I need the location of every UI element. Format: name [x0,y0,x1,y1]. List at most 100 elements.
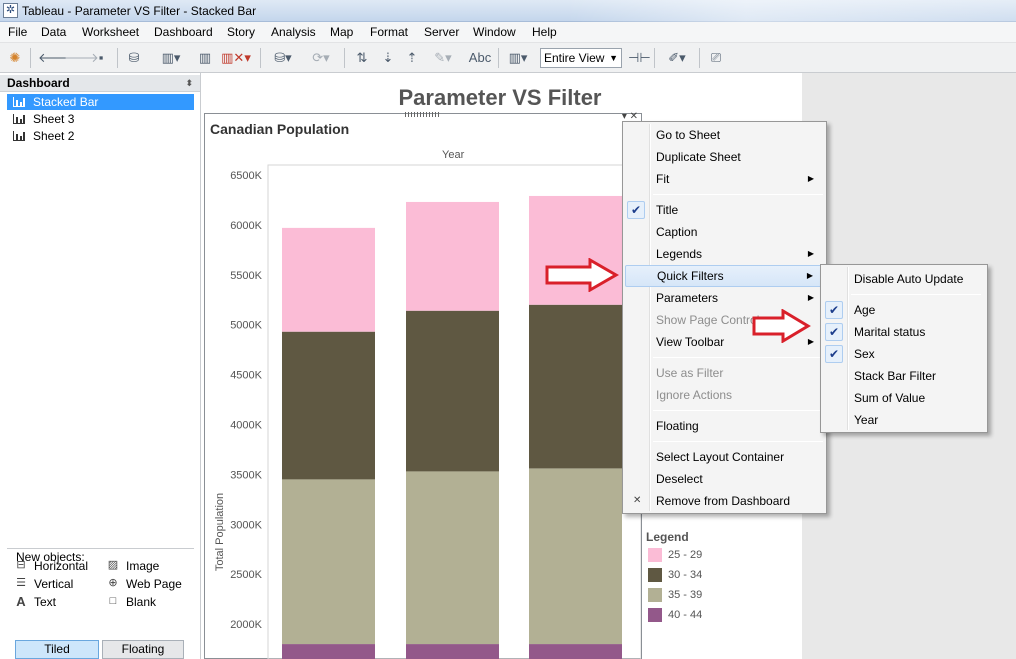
menu-item-floating[interactable]: Floating [625,415,824,437]
menu-item-deselect[interactable]: Deselect [625,468,824,490]
bar-segment[interactable] [529,468,622,645]
y-tick-label: 4500K [230,370,262,382]
menu-item-disable-auto-update[interactable]: Disable Auto Update [823,268,985,290]
redo-icon[interactable]: 🡒 [64,49,99,67]
y-tick-label: 2000K [230,619,262,631]
show-mark-labels-button[interactable]: Abc [466,49,494,67]
menu-item-select-layout-container[interactable]: Select Layout Container [625,446,824,468]
menu-item-fit[interactable]: Fit ▶ [625,168,824,190]
menu-item-remove-from-dashboard[interactable]: ✕ Remove from Dashboard [625,490,824,512]
bar-segment[interactable] [406,644,499,659]
legend-swatch [648,588,662,602]
menu-item-caption[interactable]: Caption [625,221,824,243]
fit-select-value: Entire View [544,51,605,65]
menu-dashboard[interactable]: Dashboard [154,25,213,39]
drag-handle[interactable] [405,112,439,117]
bar-segment[interactable] [282,331,375,480]
highlight-icon[interactable]: ✎▾ [428,49,458,67]
sort-icon[interactable]: ⬍ [185,75,193,92]
floating-button[interactable]: Floating [102,640,184,659]
sheet-item-label: Sheet 2 [33,129,75,143]
stacked-bar-chart: 6500K 6000K 5500K 5000K 4500K 4000K 3500K 3000K… [214,164,641,659]
bar-segment[interactable] [282,479,375,645]
sheet-item-sheet-3[interactable]: Sheet 3 [7,111,194,127]
chart-title: Canadian Population [210,121,350,137]
undo-icon[interactable]: 🡐 [38,49,73,67]
toolbar: ✺ 🡐 🡒 ▪ ⛁ ▥▾ ▥ ▥✕▾ ⛁▾ ⟳▾ ⇅ ⇣ ⇡ ✎▾ Abc ▥▾… [0,43,1016,73]
dashboard-title: Parameter VS Filter [398,85,602,110]
menu-worksheet[interactable]: Worksheet [82,25,139,39]
refresh-icon[interactable]: ⟳▾ [306,49,336,67]
menu-item-title[interactable]: ✔ Title [625,199,824,221]
fix-axes-icon[interactable]: ⊣⊢ [628,49,651,67]
bar-segment[interactable] [529,304,622,469]
legend-swatch [648,568,662,582]
submenu-arrow-icon: ▶ [807,174,814,183]
bar-segment[interactable] [406,310,499,472]
object-web-page[interactable]: ⊕ Web Page [107,577,181,591]
menu-window[interactable]: Window [473,25,516,39]
sort-descending-icon[interactable]: ⇡ [402,49,422,67]
menu-data[interactable]: Data [41,25,66,39]
presentation-mode-icon[interactable]: ⎚ [706,49,726,67]
menu-file[interactable]: File [8,25,27,39]
object-vertical[interactable]: ☰ Vertical [15,577,73,591]
fit-select[interactable]: Entire View ▼ [540,48,622,68]
checkmark-icon: ✔ [825,301,843,319]
y-tick-label: 3000K [230,519,262,531]
y-tick-label: 5000K [230,320,262,332]
menu-format[interactable]: Format [370,25,408,39]
sheet-item-label: Sheet 3 [33,112,75,126]
dashboard-pane-header: Dashboard ⬍ [0,75,200,92]
menu-item-sex[interactable]: ✔ Sex [823,343,985,365]
menu-item-age[interactable]: ✔ Age [823,299,985,321]
sheet-item-stacked-bar[interactable]: Stacked Bar [7,94,194,110]
y-tick-label: 6000K [230,220,262,232]
legend-item[interactable]: 35 - 39 [648,588,702,602]
tableau-logo-icon[interactable]: ✺ [6,49,24,67]
bar-segment[interactable] [282,227,375,332]
menu-item-legends[interactable]: Legends ▶ [625,243,824,265]
menu-item-year[interactable]: Year [823,409,985,431]
sheet-item-sheet-2[interactable]: Sheet 2 [7,128,194,144]
menu-item-duplicate-sheet[interactable]: Duplicate Sheet [625,146,824,168]
menu-item-stack-bar-filter[interactable]: Stack Bar Filter [823,365,985,387]
swap-rows-columns-icon[interactable]: ⇅ [352,49,372,67]
menu-server[interactable]: Server [424,25,459,39]
object-blank[interactable]: □ Blank [107,595,156,609]
menu-item-go-to-sheet[interactable]: Go to Sheet [625,124,824,146]
legend-item[interactable]: 40 - 44 [648,608,702,622]
bar-segment[interactable] [282,644,375,659]
bar-chart-icon [13,114,25,124]
menu-story[interactable]: Story [227,25,255,39]
bar-segment[interactable] [406,471,499,645]
object-text[interactable]: A Text [15,595,56,609]
pause-updates-icon[interactable]: ⛁▾ [268,49,298,67]
menu-item-sum-of-value[interactable]: Sum of Value [823,387,985,409]
window-title: Tableau - Parameter VS Filter - Stacked … [22,4,257,18]
menu-item-quick-filters[interactable]: Quick Filters ▶ [625,265,824,287]
annotate-icon[interactable]: ✐▾ [662,49,692,67]
new-data-source-icon[interactable]: ⛁ [124,49,144,67]
new-worksheet-icon[interactable]: ▥▾ [156,49,186,67]
object-image[interactable]: ▨ Image [107,559,160,573]
menu-item-parameters[interactable]: Parameters ▶ [625,287,824,309]
menu-analysis[interactable]: Analysis [271,25,316,39]
menu-bar: File Data Worksheet Dashboard Story Anal… [0,22,1016,43]
bar-segment[interactable] [406,201,499,311]
menu-item-marital-status[interactable]: ✔ Marital status [823,321,985,343]
legend-item[interactable]: 25 - 29 [648,548,702,562]
legend-item[interactable]: 30 - 34 [648,568,702,582]
show-me-icon[interactable]: ▥▾ [502,49,534,67]
save-icon[interactable]: ▪ [92,49,110,67]
globe-icon: ⊕ [108,577,118,589]
chevron-down-icon: ▼ [609,53,618,63]
bar-segment[interactable] [529,644,622,659]
y-axis-label: Total Population [214,493,226,571]
sort-ascending-icon[interactable]: ⇣ [378,49,398,67]
menu-help[interactable]: Help [532,25,557,39]
tiled-button[interactable]: Tiled [15,640,99,659]
menu-map[interactable]: Map [330,25,353,39]
clear-sheet-icon[interactable]: ▥✕▾ [220,49,252,67]
duplicate-sheet-icon[interactable]: ▥ [196,49,214,67]
